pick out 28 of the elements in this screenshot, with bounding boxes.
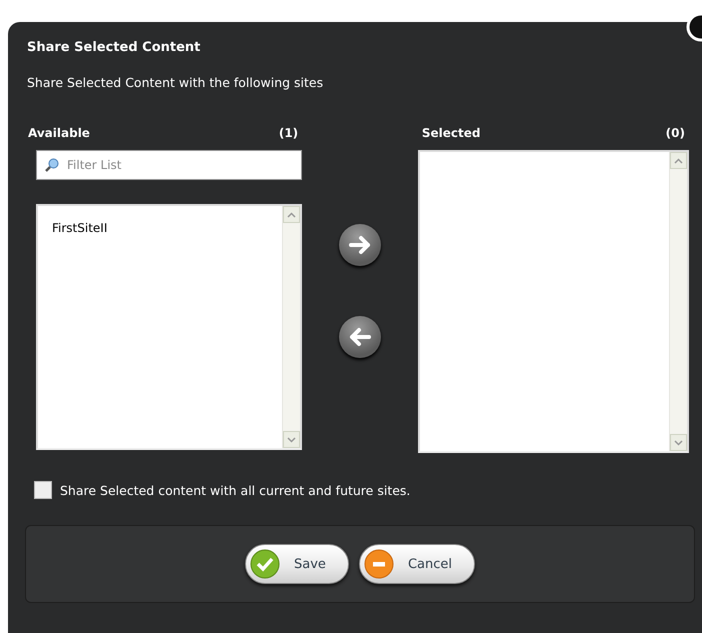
scroll-up-button[interactable] — [283, 206, 300, 223]
scroll-up-button[interactable] — [670, 152, 687, 169]
dialog-title: Share Selected Content — [26, 40, 202, 55]
remove-button[interactable] — [338, 316, 381, 358]
left-arrow-icon — [348, 327, 372, 347]
save-button[interactable]: Save — [245, 544, 349, 584]
cancel-button[interactable]: Cancel — [358, 544, 475, 584]
chevron-down-icon — [674, 440, 683, 446]
selected-label: Selected — [422, 126, 480, 140]
scrollbar[interactable] — [669, 152, 687, 451]
check-icon — [250, 549, 280, 579]
minus-icon — [364, 549, 394, 579]
checkbox[interactable] — [34, 481, 52, 499]
share-all-label: Share Selected content with all current and future sites. — [60, 482, 410, 498]
right-arrow-icon — [348, 235, 372, 255]
add-button[interactable] — [338, 224, 381, 266]
list-item[interactable]: FirstSiteII — [50, 220, 282, 236]
chevron-up-icon — [674, 158, 683, 164]
selected-count: (0) — [666, 126, 685, 140]
filter-field[interactable]: Filter List — [36, 150, 302, 180]
scrollbar[interactable] — [282, 206, 300, 448]
available-count: (1) — [278, 126, 298, 140]
scroll-down-button[interactable] — [670, 434, 687, 451]
chevron-up-icon — [287, 212, 296, 218]
chevron-down-icon — [287, 436, 296, 442]
dialog-subtitle: Share Selected Content with the following sites — [26, 75, 324, 90]
available-label: Available — [28, 126, 90, 140]
scroll-down-button[interactable] — [283, 431, 300, 448]
